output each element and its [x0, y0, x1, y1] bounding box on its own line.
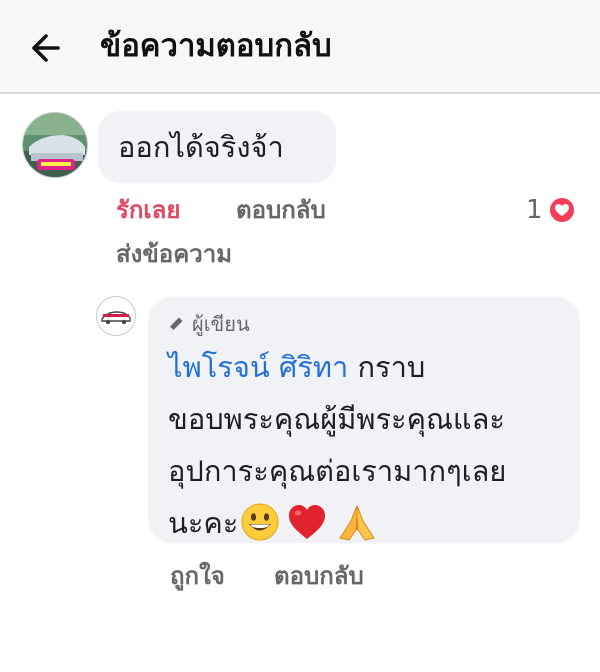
arrow-left-icon: [32, 34, 60, 62]
reply-to-reply-button[interactable]: ตอบกลับ: [274, 556, 364, 596]
love-reaction-button[interactable]: รักเลย: [116, 190, 180, 230]
pencil-icon: [169, 317, 183, 331]
back-button[interactable]: [28, 30, 68, 66]
reply-text-line2: ขอบพระคุณผู้มีพระคุณและ: [168, 402, 505, 436]
comment-text: ออกได้จริงจ้า: [118, 130, 284, 164]
page-avatar[interactable]: [96, 296, 136, 336]
heart-icon: [548, 196, 576, 224]
tagged-user-link[interactable]: ไพโรจน์ ศิริทา: [168, 350, 348, 384]
page-title: ข้อความตอบกลับ: [100, 28, 332, 64]
folded-hands-icon: [339, 505, 376, 541]
header-bar: ข้อความตอบกลับ: [0, 0, 600, 94]
grinning-face-icon: [241, 503, 279, 541]
reply-button[interactable]: ตอบกลับ: [236, 190, 326, 230]
reply-text-line1: กราบ: [348, 350, 426, 384]
commenter-avatar[interactable]: [22, 112, 88, 178]
author-badge-label: ผู้เขียน: [192, 312, 250, 336]
comment-bubble: ออกได้จริงจ้า: [98, 111, 336, 183]
reply-text-line3: อุปการะคุณต่อเรามากๆเลย: [168, 454, 507, 488]
reaction-count: 1: [526, 195, 543, 225]
red-heart-icon: [289, 505, 326, 539]
reply-text: ไพโรจน์ ศิริทา กราบ ขอบพระคุณผู้มีพระคุณ…: [168, 341, 578, 549]
reply-text-line4: นะคะ: [168, 506, 239, 540]
send-message-button[interactable]: ส่งข้อความ: [116, 234, 232, 274]
reply-bubble: ผู้เขียน ไพโรจน์ ศิริทา กราบ ขอบพระคุณผู…: [148, 297, 580, 543]
emoji-row: [238, 502, 388, 548]
like-button[interactable]: ถูกใจ: [170, 556, 225, 596]
